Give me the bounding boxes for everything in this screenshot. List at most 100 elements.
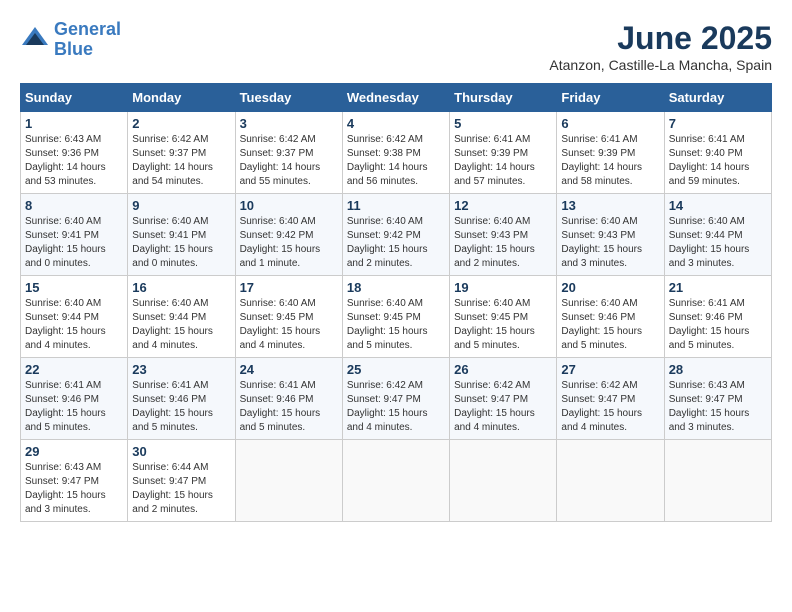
- day-info: Sunrise: 6:43 AMSunset: 9:47 PMDaylight:…: [25, 461, 123, 517]
- logo-icon: [20, 25, 50, 55]
- day-cell-18: 18 Sunrise: 6:40 AMSunset: 9:45 PMDaylig…: [342, 276, 449, 358]
- day-number: 7: [669, 116, 767, 131]
- month-title: June 2025: [549, 20, 772, 57]
- empty-cell: [664, 440, 771, 522]
- empty-cell: [450, 440, 557, 522]
- page-header: General Blue June 2025 Atanzon, Castille…: [20, 20, 772, 73]
- day-number: 15: [25, 280, 123, 295]
- day-info: Sunrise: 6:40 AMSunset: 9:43 PMDaylight:…: [454, 215, 552, 271]
- day-info: Sunrise: 6:40 AMSunset: 9:45 PMDaylight:…: [454, 297, 552, 353]
- day-number: 13: [561, 198, 659, 213]
- logo-line1: General: [54, 19, 121, 39]
- day-info: Sunrise: 6:40 AMSunset: 9:42 PMDaylight:…: [240, 215, 338, 271]
- day-info: Sunrise: 6:42 AMSunset: 9:38 PMDaylight:…: [347, 133, 445, 189]
- day-number: 25: [347, 362, 445, 377]
- day-number: 1: [25, 116, 123, 131]
- empty-cell: [557, 440, 664, 522]
- empty-cell: [342, 440, 449, 522]
- day-number: 26: [454, 362, 552, 377]
- calendar: Sunday Monday Tuesday Wednesday Thursday…: [20, 83, 772, 522]
- day-cell-8: 8 Sunrise: 6:40 AMSunset: 9:41 PMDayligh…: [21, 194, 128, 276]
- day-number: 22: [25, 362, 123, 377]
- day-number: 5: [454, 116, 552, 131]
- header-monday: Monday: [128, 84, 235, 112]
- week-row-2: 8 Sunrise: 6:40 AMSunset: 9:41 PMDayligh…: [21, 194, 772, 276]
- day-cell-14: 14 Sunrise: 6:40 AMSunset: 9:44 PMDaylig…: [664, 194, 771, 276]
- day-number: 30: [132, 444, 230, 459]
- day-cell-23: 23 Sunrise: 6:41 AMSunset: 9:46 PMDaylig…: [128, 358, 235, 440]
- day-number: 14: [669, 198, 767, 213]
- day-info: Sunrise: 6:41 AMSunset: 9:46 PMDaylight:…: [25, 379, 123, 435]
- day-info: Sunrise: 6:43 AMSunset: 9:36 PMDaylight:…: [25, 133, 123, 189]
- day-info: Sunrise: 6:40 AMSunset: 9:45 PMDaylight:…: [240, 297, 338, 353]
- day-cell-28: 28 Sunrise: 6:43 AMSunset: 9:47 PMDaylig…: [664, 358, 771, 440]
- day-info: Sunrise: 6:41 AMSunset: 9:46 PMDaylight:…: [240, 379, 338, 435]
- day-number: 27: [561, 362, 659, 377]
- day-info: Sunrise: 6:40 AMSunset: 9:46 PMDaylight:…: [561, 297, 659, 353]
- day-cell-5: 5 Sunrise: 6:41 AMSunset: 9:39 PMDayligh…: [450, 112, 557, 194]
- week-row-5: 29 Sunrise: 6:43 AMSunset: 9:47 PMDaylig…: [21, 440, 772, 522]
- day-cell-7: 7 Sunrise: 6:41 AMSunset: 9:40 PMDayligh…: [664, 112, 771, 194]
- day-cell-30: 30 Sunrise: 6:44 AMSunset: 9:47 PMDaylig…: [128, 440, 235, 522]
- day-cell-29: 29 Sunrise: 6:43 AMSunset: 9:47 PMDaylig…: [21, 440, 128, 522]
- day-number: 4: [347, 116, 445, 131]
- day-cell-17: 17 Sunrise: 6:40 AMSunset: 9:45 PMDaylig…: [235, 276, 342, 358]
- day-number: 19: [454, 280, 552, 295]
- title-area: June 2025 Atanzon, Castille-La Mancha, S…: [549, 20, 772, 73]
- day-info: Sunrise: 6:41 AMSunset: 9:46 PMDaylight:…: [132, 379, 230, 435]
- day-number: 2: [132, 116, 230, 131]
- header-saturday: Saturday: [664, 84, 771, 112]
- location: Atanzon, Castille-La Mancha, Spain: [549, 57, 772, 73]
- week-row-1: 1 Sunrise: 6:43 AMSunset: 9:36 PMDayligh…: [21, 112, 772, 194]
- day-cell-26: 26 Sunrise: 6:42 AMSunset: 9:47 PMDaylig…: [450, 358, 557, 440]
- day-number: 9: [132, 198, 230, 213]
- header-wednesday: Wednesday: [342, 84, 449, 112]
- day-info: Sunrise: 6:40 AMSunset: 9:41 PMDaylight:…: [25, 215, 123, 271]
- empty-cell: [235, 440, 342, 522]
- day-info: Sunrise: 6:40 AMSunset: 9:44 PMDaylight:…: [669, 215, 767, 271]
- day-info: Sunrise: 6:42 AMSunset: 9:37 PMDaylight:…: [240, 133, 338, 189]
- day-number: 12: [454, 198, 552, 213]
- header-friday: Friday: [557, 84, 664, 112]
- day-cell-25: 25 Sunrise: 6:42 AMSunset: 9:47 PMDaylig…: [342, 358, 449, 440]
- day-number: 29: [25, 444, 123, 459]
- week-row-3: 15 Sunrise: 6:40 AMSunset: 9:44 PMDaylig…: [21, 276, 772, 358]
- day-cell-2: 2 Sunrise: 6:42 AMSunset: 9:37 PMDayligh…: [128, 112, 235, 194]
- logo: General Blue: [20, 20, 121, 60]
- day-number: 8: [25, 198, 123, 213]
- day-cell-15: 15 Sunrise: 6:40 AMSunset: 9:44 PMDaylig…: [21, 276, 128, 358]
- logo-line2: Blue: [54, 39, 93, 59]
- day-info: Sunrise: 6:43 AMSunset: 9:47 PMDaylight:…: [669, 379, 767, 435]
- day-cell-19: 19 Sunrise: 6:40 AMSunset: 9:45 PMDaylig…: [450, 276, 557, 358]
- weekday-header-row: Sunday Monday Tuesday Wednesday Thursday…: [21, 84, 772, 112]
- day-cell-1: 1 Sunrise: 6:43 AMSunset: 9:36 PMDayligh…: [21, 112, 128, 194]
- day-cell-11: 11 Sunrise: 6:40 AMSunset: 9:42 PMDaylig…: [342, 194, 449, 276]
- day-cell-16: 16 Sunrise: 6:40 AMSunset: 9:44 PMDaylig…: [128, 276, 235, 358]
- day-number: 20: [561, 280, 659, 295]
- day-cell-10: 10 Sunrise: 6:40 AMSunset: 9:42 PMDaylig…: [235, 194, 342, 276]
- day-cell-20: 20 Sunrise: 6:40 AMSunset: 9:46 PMDaylig…: [557, 276, 664, 358]
- day-number: 11: [347, 198, 445, 213]
- day-number: 18: [347, 280, 445, 295]
- day-cell-4: 4 Sunrise: 6:42 AMSunset: 9:38 PMDayligh…: [342, 112, 449, 194]
- day-cell-12: 12 Sunrise: 6:40 AMSunset: 9:43 PMDaylig…: [450, 194, 557, 276]
- day-number: 21: [669, 280, 767, 295]
- day-cell-9: 9 Sunrise: 6:40 AMSunset: 9:41 PMDayligh…: [128, 194, 235, 276]
- day-cell-24: 24 Sunrise: 6:41 AMSunset: 9:46 PMDaylig…: [235, 358, 342, 440]
- header-tuesday: Tuesday: [235, 84, 342, 112]
- day-number: 6: [561, 116, 659, 131]
- day-info: Sunrise: 6:40 AMSunset: 9:44 PMDaylight:…: [25, 297, 123, 353]
- day-info: Sunrise: 6:42 AMSunset: 9:47 PMDaylight:…: [347, 379, 445, 435]
- header-sunday: Sunday: [21, 84, 128, 112]
- week-row-4: 22 Sunrise: 6:41 AMSunset: 9:46 PMDaylig…: [21, 358, 772, 440]
- logo-text: General Blue: [54, 20, 121, 60]
- day-number: 16: [132, 280, 230, 295]
- day-info: Sunrise: 6:40 AMSunset: 9:43 PMDaylight:…: [561, 215, 659, 271]
- day-info: Sunrise: 6:42 AMSunset: 9:47 PMDaylight:…: [561, 379, 659, 435]
- day-number: 10: [240, 198, 338, 213]
- day-number: 3: [240, 116, 338, 131]
- day-info: Sunrise: 6:42 AMSunset: 9:37 PMDaylight:…: [132, 133, 230, 189]
- day-number: 17: [240, 280, 338, 295]
- day-info: Sunrise: 6:41 AMSunset: 9:39 PMDaylight:…: [561, 133, 659, 189]
- header-thursday: Thursday: [450, 84, 557, 112]
